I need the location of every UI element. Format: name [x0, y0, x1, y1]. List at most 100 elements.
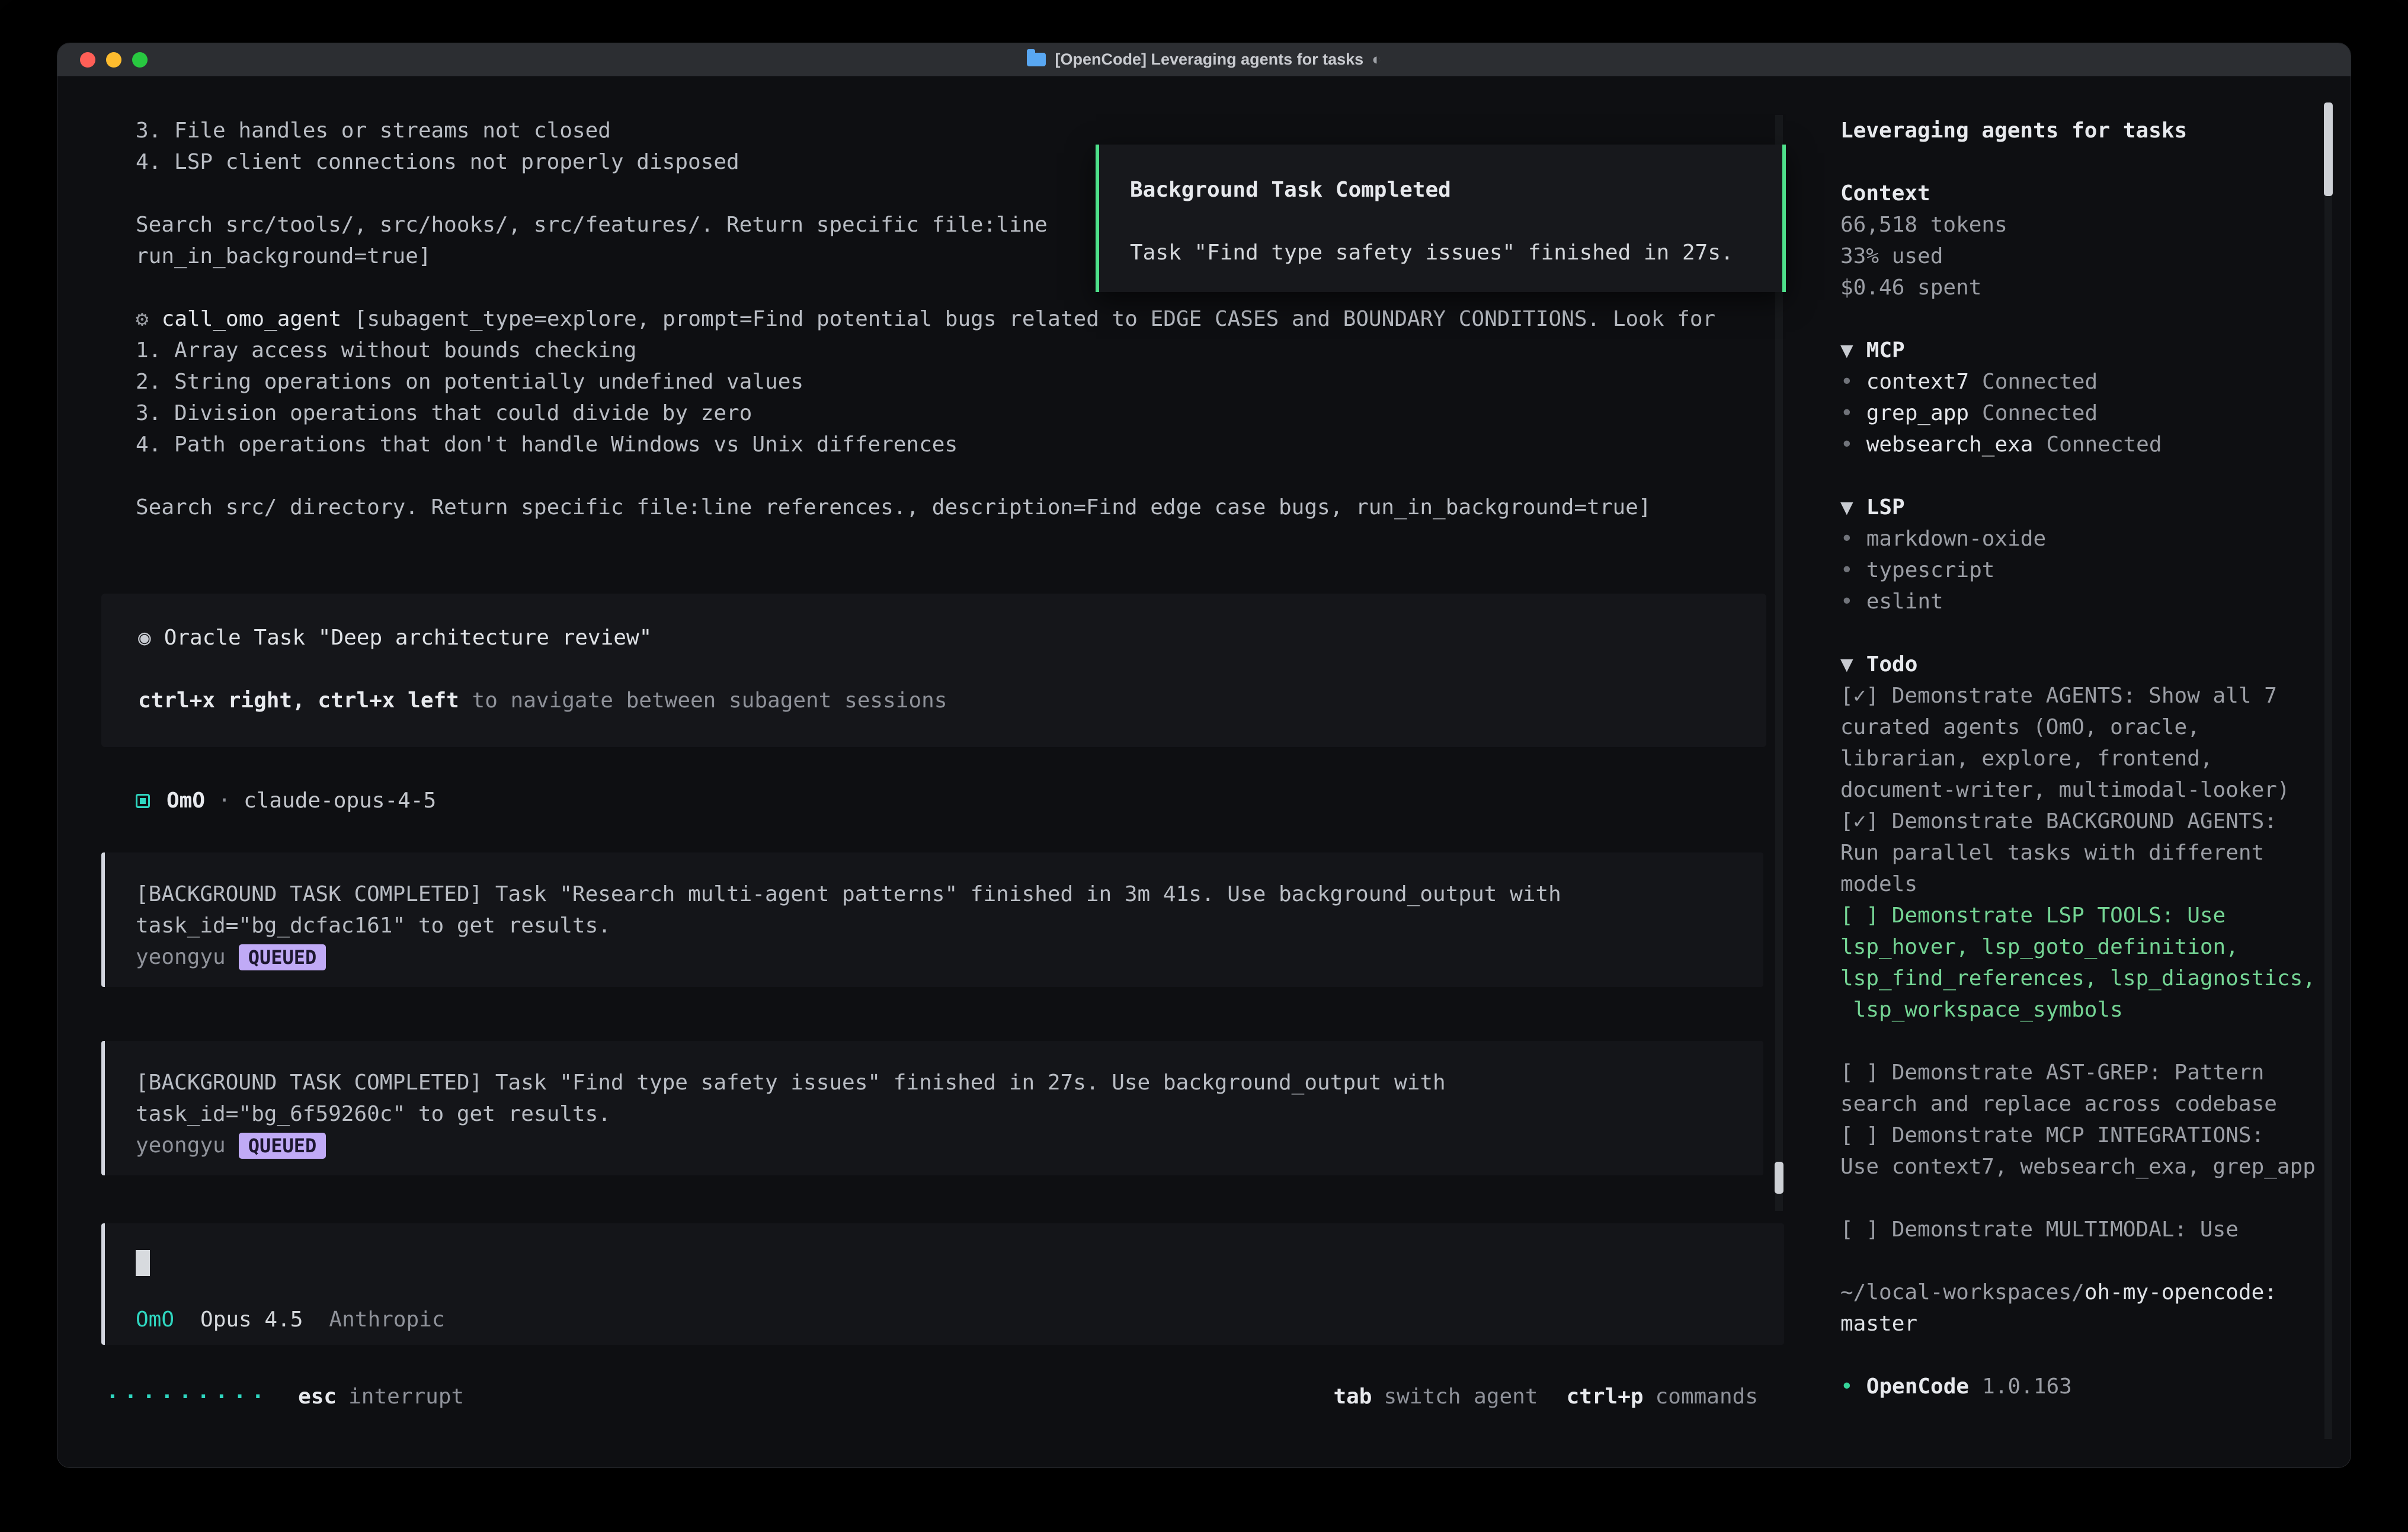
tool-args: [subagent_type=explore, prompt=Find pote… [341, 307, 1715, 331]
separator-dot: · [205, 789, 244, 813]
tab-key-label: switch agent [1384, 1384, 1538, 1409]
todo-heading[interactable]: ▼Todo [1840, 649, 2351, 680]
hint-text: to navigate between subagent sessions [459, 688, 947, 713]
mcp-item: •grep_appConnected [1840, 398, 2351, 429]
todo-line: Use context7, websearch_exa, grep_app [1840, 1151, 2351, 1182]
todo-line: librarian, explore, frontend, [1840, 743, 2351, 774]
titlebar[interactable]: [OpenCode] Leveraging agents for tasks ◐ [57, 43, 2351, 76]
oracle-task-card[interactable]: ◉Oracle Task "Deep architecture review" … [101, 594, 1766, 747]
text-cursor [136, 1250, 150, 1276]
message-line: [BACKGROUND TASK COMPLETED] Task "Find t… [105, 1067, 1763, 1098]
bullet-icon: • [1840, 558, 1853, 582]
message-line: [BACKGROUND TASK COMPLETED] Task "Resear… [105, 879, 1763, 910]
context-spent: $0.46 spent [1840, 272, 2351, 303]
blank-line [1840, 1339, 2351, 1371]
mcp-heading-label: MCP [1866, 338, 1905, 363]
toast-body: Task "Find type safety issues" finished … [1099, 237, 1782, 268]
prompt-input[interactable]: OmOOpus 4.5Anthropic [101, 1223, 1784, 1345]
mcp-status: Connected [1982, 370, 2098, 394]
workspace-path-prefix: ~/local-workspaces/ [1840, 1280, 2084, 1305]
lsp-name: markdown-oxide [1866, 527, 2046, 551]
blank-line [101, 653, 1766, 685]
todo-line: Run parallel tasks with different [1840, 837, 2351, 868]
app-version: •OpenCode1.0.163 [1840, 1371, 2351, 1402]
message-meta: yeongyuQUEUED [105, 1130, 1763, 1161]
oracle-title-line: ◉Oracle Task "Deep architecture review" [101, 622, 1766, 653]
mcp-name: grep_app [1866, 401, 1969, 425]
background-task-toast[interactable]: Background Task Completed Task "Find typ… [1096, 145, 1786, 292]
model-provider: Anthropic [329, 1307, 444, 1332]
context-used: 33% used [1840, 241, 2351, 272]
sidebar-scrollbar-track[interactable] [2324, 102, 2332, 1439]
blank-line [1099, 206, 1782, 237]
terminal-window: [OpenCode] Leveraging agents for tasks◐ … [57, 43, 2351, 1468]
message-card: [BACKGROUND TASK COMPLETED] Task "Resear… [101, 852, 1763, 987]
blank-line [57, 460, 1794, 492]
git-branch: master [1840, 1308, 2351, 1339]
blank-line [1840, 460, 2351, 492]
sidebar-scrollbar-thumb[interactable] [2324, 102, 2333, 196]
todo-line: models [1840, 868, 2351, 900]
workspace-path-name: oh-my-opencode: [2084, 1280, 2277, 1305]
bullet-icon: • [1840, 432, 1853, 457]
context-heading: Context [1840, 178, 2351, 209]
todo-line-active: lsp_workspace_symbols [1840, 994, 2351, 1025]
author-name: yeongyu [136, 1130, 226, 1161]
window-title: [OpenCode] Leveraging agents for tasks [1055, 50, 1364, 69]
log-line: 1. Array access without bounds checking [57, 335, 1794, 366]
hint-keys: ctrl+x right, ctrl+x left [138, 688, 459, 713]
input-line[interactable] [105, 1247, 1784, 1278]
esc-key-hint: esc [298, 1384, 337, 1409]
log-line: 4. Path operations that don't handle Win… [57, 429, 1794, 460]
blank-line [1840, 1182, 2351, 1214]
log-line: Search src/ directory. Return specific f… [57, 492, 1794, 523]
folder-icon [1027, 53, 1046, 66]
todo-line: curated agents (OmO, oracle, [1840, 711, 2351, 743]
lsp-heading[interactable]: ▼LSP [1840, 492, 2351, 523]
log-line: 3. File handles or streams not closed [57, 115, 1794, 146]
todo-line: search and replace across codebase [1840, 1088, 2351, 1120]
mcp-item: •websearch_exaConnected [1840, 429, 2351, 460]
todo-line: [✓] Demonstrate BACKGROUND AGENTS: [1840, 806, 2351, 837]
blank-line [1840, 617, 2351, 649]
mcp-item: •context7Connected [1840, 366, 2351, 398]
agent-icon [136, 794, 150, 808]
todo-line-active: [ ] Demonstrate LSP TOOLS: Use [1840, 900, 2351, 931]
bullet-icon: • [1840, 527, 1853, 551]
lsp-name: typescript [1866, 558, 1995, 582]
todo-line: document-writer, multimodal-looker) [1840, 774, 2351, 806]
agent-header: OmO · claude-opus-4-5 [136, 785, 1794, 816]
status-bar: ·········escinterrupttabswitch agentctrl… [57, 1381, 1794, 1412]
tool-call-line: ⚙call_omo_agent [subagent_type=explore, … [57, 303, 1794, 335]
status-badge: QUEUED [239, 944, 326, 970]
collapse-arrow-icon: ▼ [1840, 495, 1853, 520]
todo-line-active: lsp_find_references, lsp_diagnostics, [1840, 963, 2351, 994]
context-tokens: 66,518 tokens [1840, 209, 2351, 241]
session-timer-icon: ◐ [1372, 50, 1381, 69]
ctrlp-key-hint: ctrl+p [1567, 1384, 1644, 1409]
minimize-button[interactable] [106, 52, 121, 68]
zoom-button[interactable] [132, 52, 148, 68]
lsp-item: •eslint [1840, 586, 2351, 617]
message-meta: yeongyu QUEUED [105, 941, 1763, 973]
lsp-name: eslint [1866, 589, 1943, 614]
chat-scrollbar-thumb[interactable] [1775, 1162, 1783, 1194]
close-button[interactable] [80, 52, 95, 68]
oracle-hint-line: ctrl+x right, ctrl+x left to navigate be… [101, 685, 1766, 716]
lsp-item: • markdown-oxide [1840, 523, 2351, 555]
log-line: 3. Division operations that could divide… [57, 398, 1794, 429]
bullet-icon: • [1840, 1374, 1853, 1399]
mcp-heading[interactable]: ▼MCP [1840, 335, 2351, 366]
message-line: task_id="bg_dcfac161" to get results. [105, 910, 1763, 941]
ctrlp-key-label: commands [1655, 1384, 1758, 1409]
active-agent: OmO [136, 1307, 174, 1332]
session-title: Leveraging agents for tasks [1840, 115, 2351, 146]
tab-key-hint: tab [1333, 1384, 1372, 1409]
todo-line: [ ] Demonstrate AST-GREP: Pattern [1840, 1057, 2351, 1088]
lsp-item: • typescript [1840, 555, 2351, 586]
collapse-arrow-icon: ▼ [1840, 652, 1853, 677]
message-card: [BACKGROUND TASK COMPLETED] Task "Find t… [101, 1041, 1763, 1175]
author-name: yeongyu [136, 941, 226, 973]
app-version-number: 1.0.163 [1982, 1374, 2072, 1399]
todo-line: [ ] Demonstrate MULTIMODAL: Use [1840, 1214, 2351, 1245]
